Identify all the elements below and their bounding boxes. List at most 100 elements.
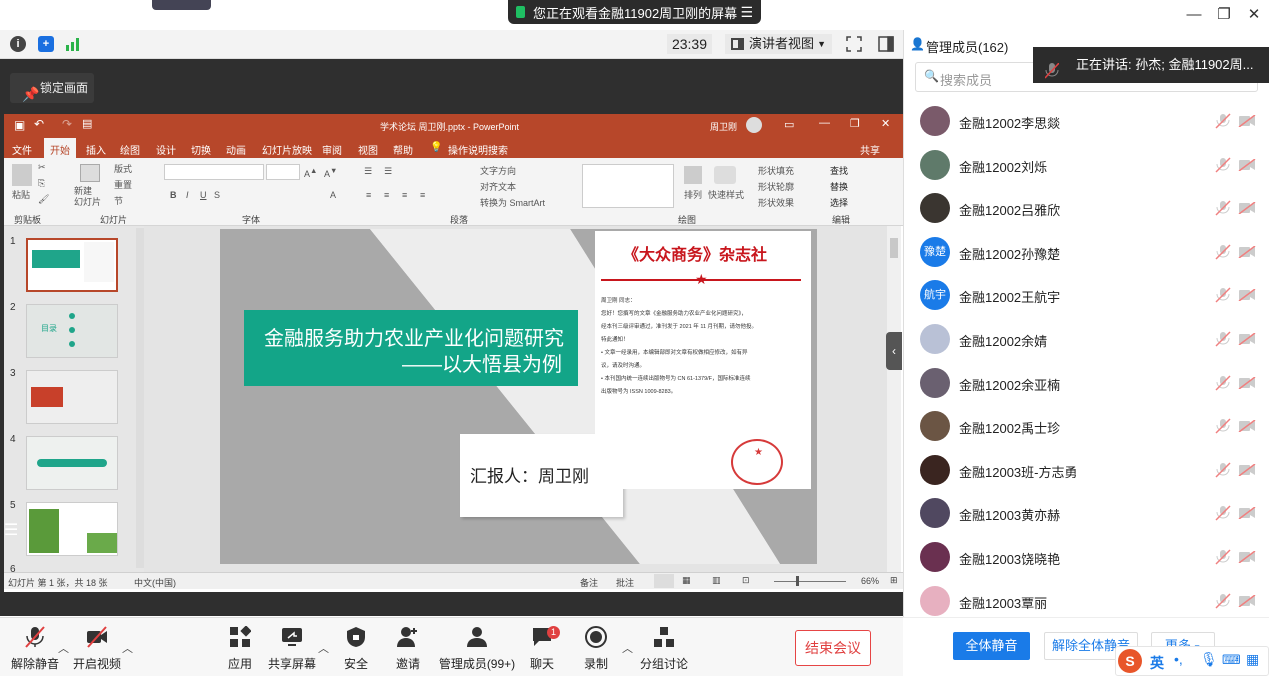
slide-thumbnail-5[interactable]	[26, 502, 118, 556]
shrink-font-icon[interactable]: A▼	[324, 166, 337, 179]
new-slide-icon[interactable]	[80, 164, 100, 182]
align-right-icon[interactable]: ≡	[402, 190, 407, 200]
tab-home[interactable]: 开始	[44, 138, 76, 158]
member-row[interactable]: 金融12002余亚楠	[903, 362, 1269, 405]
mini-video-thumbnail[interactable]	[152, 0, 211, 10]
arrange-icon[interactable]	[684, 166, 702, 184]
mic-muted-icon[interactable]	[1215, 462, 1231, 478]
list-view-icon[interactable]: ☰	[4, 520, 34, 550]
align-left-icon[interactable]: ≡	[366, 190, 371, 200]
presenter-view-dropdown[interactable]: 演讲者视图 ▼	[725, 34, 832, 54]
keyboard-icon[interactable]: ⌨	[1222, 652, 1241, 668]
paste-icon[interactable]	[12, 164, 32, 186]
format-painter-icon[interactable]: 🖌	[38, 194, 49, 205]
camera-off-icon[interactable]	[1238, 115, 1256, 127]
member-row[interactable]: 金融12002李思燚	[903, 100, 1269, 143]
camera-off-icon[interactable]	[1238, 507, 1256, 520]
member-row[interactable]: 金融12002禹士珍	[903, 405, 1269, 448]
paste-label[interactable]: 粘贴	[12, 188, 30, 201]
font-size-select[interactable]	[266, 164, 300, 180]
camera-off-icon[interactable]	[1238, 202, 1256, 215]
quick-styles-icon[interactable]	[714, 166, 736, 184]
notes-button[interactable]: 备注	[580, 576, 598, 589]
shape-effects-button[interactable]: 形状效果	[758, 196, 794, 209]
present-icon[interactable]: ▤	[82, 117, 92, 130]
tab-animations[interactable]: 动画	[226, 142, 246, 157]
sorter-view-icon[interactable]: ▦	[682, 575, 691, 586]
lock-view-button[interactable]: 📌 锁定画面	[10, 73, 94, 103]
toolbox-icon[interactable]: ▦	[1246, 651, 1259, 668]
new-slide-label[interactable]: 新建 幻灯片	[74, 186, 108, 208]
member-row[interactable]: 豫楚 金融12002孙豫楚	[903, 231, 1269, 274]
ppt-minimize-icon[interactable]: —	[819, 117, 830, 129]
tab-design[interactable]: 设计	[156, 142, 176, 157]
font-name-select[interactable]	[164, 164, 264, 180]
arrange-button[interactable]: 排列	[684, 188, 702, 201]
bold-icon[interactable]: B	[170, 190, 177, 200]
current-slide[interactable]: 金融服务助力农业产业化问题研究 ——以大悟县为例 汇报人：周卫刚 《大众商务》杂…	[220, 229, 817, 564]
member-row[interactable]: 金融12003黄亦赫	[903, 492, 1269, 535]
camera-off-icon[interactable]	[1238, 245, 1256, 258]
signal-icon[interactable]	[66, 37, 82, 51]
shadow-icon[interactable]: S	[214, 190, 220, 200]
italic-icon[interactable]: I	[186, 190, 189, 200]
sogou-icon[interactable]: S	[1118, 649, 1142, 673]
ribbon-display-icon[interactable]: ▭	[784, 118, 794, 131]
voice-input-icon[interactable]: 🎙	[1200, 651, 1218, 668]
comments-button[interactable]: 批注	[616, 576, 634, 589]
zoom-level[interactable]: 66%	[861, 576, 879, 586]
select-button[interactable]: 选择	[830, 196, 848, 209]
mic-muted-icon[interactable]	[1215, 505, 1231, 521]
language[interactable]: 中文(中国)	[134, 576, 176, 589]
align-text-button[interactable]: 对齐文本	[480, 180, 516, 193]
tab-tell-me[interactable]: 操作说明搜索	[448, 142, 508, 157]
tab-insert[interactable]: 插入	[86, 142, 106, 157]
shape-fill-button[interactable]: 形状填充	[758, 164, 794, 177]
share-button[interactable]: 共享	[860, 142, 880, 157]
camera-off-icon[interactable]	[1238, 158, 1256, 171]
mute-all-button[interactable]: 全体静音	[953, 632, 1030, 660]
copy-icon[interactable]: ⎘	[38, 178, 45, 189]
security-shield-icon[interactable]: +	[38, 36, 54, 52]
tab-view[interactable]: 视图	[358, 142, 378, 157]
member-row[interactable]: 金融12002余婧	[903, 318, 1269, 361]
editor-scrollbar[interactable]	[887, 226, 901, 572]
video-options-chevron-icon[interactable]: ︿	[122, 640, 133, 656]
member-row[interactable]: 航宇 金融12002王航宇	[903, 274, 1269, 317]
save-icon[interactable]: ▣	[14, 118, 25, 132]
mic-muted-icon[interactable]	[1215, 113, 1231, 129]
text-direction-button[interactable]: 文字方向	[480, 164, 516, 177]
layout-button[interactable]: 版式	[114, 162, 132, 175]
member-row[interactable]: 金融12002吕雅欣	[903, 187, 1269, 230]
collapse-panel-icon[interactable]: ‹	[886, 332, 902, 370]
punctuation-icon[interactable]: •,	[1174, 651, 1183, 667]
camera-off-icon[interactable]	[1238, 333, 1256, 345]
info-icon[interactable]: i	[10, 36, 26, 52]
member-row[interactable]: 金融12002刘烁	[903, 144, 1269, 187]
section-button[interactable]: 节	[114, 194, 123, 207]
shapes-gallery[interactable]	[582, 164, 674, 208]
reset-button[interactable]: 重置	[114, 178, 132, 191]
camera-off-icon[interactable]	[1238, 376, 1256, 389]
share-screen-button[interactable]: 共享屏幕	[257, 620, 327, 672]
slide-thumbnail-3[interactable]	[26, 370, 118, 424]
normal-view-icon[interactable]	[654, 574, 674, 588]
record-button[interactable]: 录制	[561, 620, 631, 672]
slide-thumbnail-1[interactable]	[26, 238, 118, 292]
mic-muted-icon[interactable]	[1215, 244, 1231, 260]
align-center-icon[interactable]: ≡	[384, 190, 389, 200]
zoom-thumb[interactable]	[796, 576, 799, 586]
ime-toolbar[interactable]: S 英 •, 🎙 ⌨ ▦	[1115, 646, 1269, 676]
mic-muted-icon[interactable]	[1215, 593, 1231, 609]
fullscreen-icon[interactable]	[846, 36, 862, 52]
mic-muted-icon[interactable]	[1215, 331, 1231, 347]
slide-thumbnail-4[interactable]	[26, 436, 118, 490]
tab-help[interactable]: 帮助	[393, 142, 413, 157]
tab-file[interactable]: 文件	[12, 142, 32, 157]
close-icon[interactable]: ✕	[1243, 4, 1265, 26]
find-button[interactable]: 查找	[830, 164, 848, 177]
sidebar-toggle-icon[interactable]	[878, 36, 894, 52]
mic-muted-icon[interactable]	[1215, 375, 1231, 391]
reading-view-icon[interactable]: ▥	[712, 575, 721, 586]
mic-muted-icon[interactable]	[1215, 200, 1231, 216]
